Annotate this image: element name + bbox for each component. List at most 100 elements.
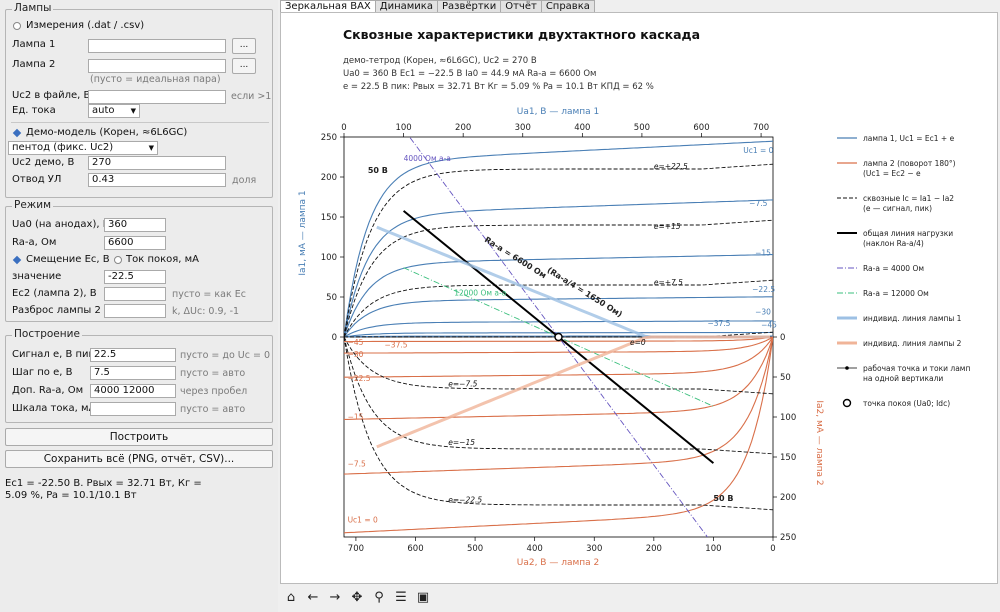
legend-entry: Ra-a = 4000 Ом <box>863 264 924 273</box>
composite-curve-label: e=−22.5 <box>448 496 482 505</box>
ul-tap-label: Отвод УЛ <box>12 174 62 185</box>
save-all-button[interactable]: Сохранить всё (PNG, отчёт, CSV)... <box>5 450 273 468</box>
scale-hint: пусто = авто <box>180 404 246 415</box>
tube2-curve-label: Uc1 = 0 <box>348 516 378 525</box>
zoom-icon[interactable]: ⚲ <box>370 589 388 607</box>
voltage-point-label: 50 В <box>713 494 733 503</box>
right-y-tick-label: 150 <box>780 453 796 463</box>
signal-input[interactable]: 22.5 <box>90 348 176 362</box>
spread-input[interactable] <box>104 304 166 318</box>
spread-hint: k, ΔUc: 0.9, -1 <box>172 306 240 317</box>
lamps-group-title: Лампы <box>12 2 54 14</box>
demo-mode-select[interactable]: пентод (фикс. Uc2) ▼ <box>8 141 158 155</box>
composite-curve-label: e=0 <box>630 338 646 347</box>
build-button[interactable]: Построить <box>5 428 273 446</box>
build-group-title: Построение <box>12 328 82 340</box>
current-unit-value: auto <box>92 105 115 116</box>
legend-entry: (наклон Ra-a/4) <box>863 239 924 248</box>
legend-entry: (e — сигнал, пик) <box>863 204 932 213</box>
lamp2-browse-button[interactable]: ... <box>232 58 256 74</box>
home-icon[interactable]: ⌂ <box>282 589 300 607</box>
right-y-tick-label: 100 <box>780 413 796 423</box>
chart-info-2: Ua0 = 360 В Ec1 = −22.5 В Ia0 = 44.9 мА … <box>343 69 596 79</box>
save-icon[interactable]: ▣ <box>414 589 432 607</box>
current-unit-label: Ед. тока <box>12 105 56 116</box>
top-x-tick-label: 700 <box>753 123 769 133</box>
composite-curve <box>344 336 773 511</box>
tube1-curve-label: Uc1 = 0 <box>743 146 773 155</box>
lamp2-input[interactable] <box>88 59 226 73</box>
status-line-2: 5.09 %, Pa = 10.1/10.1 Вт <box>5 490 137 501</box>
chevron-down-icon: ▼ <box>130 107 136 115</box>
signal-label: Сигнал e, В пик <box>12 349 95 360</box>
legend-entry: точка покоя (Ua0; Idc) <box>863 399 950 408</box>
step-input[interactable]: 7.5 <box>90 366 176 380</box>
bottom-x-axis-label: Ua2, В — лампа 2 <box>517 558 600 568</box>
forward-arrow-icon[interactable]: → <box>326 589 344 607</box>
ec2-input[interactable] <box>104 287 166 301</box>
tube2-curve-label: −7.5 <box>348 460 366 469</box>
composite-curve <box>344 336 773 455</box>
demo-model-label: Демо-модель (Корен, ≈6L6GC) <box>26 127 188 138</box>
lamp1-input[interactable] <box>88 39 226 53</box>
idle-current-radio[interactable] <box>114 256 122 264</box>
tube2-curve <box>344 336 773 475</box>
tube1-curve-label: −37.5 <box>707 319 730 328</box>
top-x-tick-label: 300 <box>515 123 531 133</box>
tube1-curve-label: −45 <box>761 320 777 329</box>
ec2-label: Ec2 (лампа 2), В <box>12 288 97 299</box>
legend-entry: индивид. линия лампы 2 <box>863 339 962 348</box>
signal-hint: пусто = до Uc = 0 <box>180 350 271 361</box>
extra-ra-label: Доп. Ra-a, Ом <box>12 385 84 396</box>
bottom-x-tick-label: 200 <box>646 544 662 554</box>
current-unit-select[interactable]: auto ▼ <box>88 104 140 118</box>
ra-input[interactable]: 6600 <box>104 236 166 250</box>
extra-ra-input[interactable]: 4000 12000 <box>90 384 176 398</box>
back-arrow-icon[interactable]: ← <box>304 589 322 607</box>
measurement-radio[interactable] <box>13 22 21 30</box>
legend-entry: на одной вертикали <box>863 374 943 383</box>
uc2-demo-input[interactable]: 270 <box>88 156 226 170</box>
top-x-axis-label: Ua1, В — лампа 1 <box>517 107 600 117</box>
left-y-tick-label: 250 <box>321 133 337 143</box>
composite-curve <box>344 163 773 338</box>
ua0-input[interactable]: 360 <box>104 218 166 232</box>
build-group: Построение Сигнал e, В пик 22.5 пусто = … <box>5 328 273 423</box>
tube2-curve <box>344 336 773 378</box>
composite-curve-label: e=+15 <box>654 222 681 231</box>
tube2-curve <box>344 336 773 420</box>
uc2-demo-label: Uc2 демо, В <box>12 157 75 168</box>
tube1-curve-label: −15 <box>755 248 771 257</box>
bias-value-input[interactable]: -22.5 <box>104 270 166 284</box>
tube2-curve-label: −30 <box>348 350 364 359</box>
legend-swatch <box>842 398 852 408</box>
legend-swatch <box>845 366 849 370</box>
quiescent-point <box>554 332 563 342</box>
left-y-tick-label: 50 <box>326 293 337 303</box>
top-x-tick-label: 500 <box>634 123 650 133</box>
left-y-axis-label: Ia1, мА — лампа 1 <box>298 190 308 275</box>
legend-entry: Ra-a = 12000 Ом <box>863 289 929 298</box>
configure-icon[interactable]: ☰ <box>392 589 410 607</box>
measurement-radio-label: Измерения (.dat / .csv) <box>26 20 145 31</box>
bottom-x-tick-label: 700 <box>348 544 364 554</box>
bottom-x-tick-label: 500 <box>467 544 483 554</box>
right-y-tick-label: 50 <box>780 373 791 383</box>
ec2-hint: пусто = как Ec <box>172 289 246 300</box>
demo-model-radio[interactable] <box>12 128 22 138</box>
scale-input[interactable] <box>90 402 176 416</box>
uc2-file-input[interactable] <box>88 90 226 104</box>
right-y-tick-label: 200 <box>780 493 796 503</box>
ul-tap-input[interactable]: 0.43 <box>88 173 226 187</box>
left-y-tick-label: 150 <box>321 213 337 223</box>
bias-radio[interactable] <box>12 255 22 265</box>
ua0-label: Ua0 (на анодах), В <box>12 219 110 230</box>
plot-toolbar: ⌂ ← → ✥ ⚲ ☰ ▣ <box>282 586 432 610</box>
right-y-tick-label: 0 <box>780 333 785 343</box>
pan-icon[interactable]: ✥ <box>348 589 366 607</box>
bottom-x-tick-label: 100 <box>705 544 721 554</box>
load-12000-label: 12000 Ом а-а <box>454 288 506 297</box>
spread-label: Разброс лампы 2 <box>12 305 101 316</box>
step-hint: пусто = авто <box>180 368 246 379</box>
lamp1-browse-button[interactable]: ... <box>232 38 256 54</box>
